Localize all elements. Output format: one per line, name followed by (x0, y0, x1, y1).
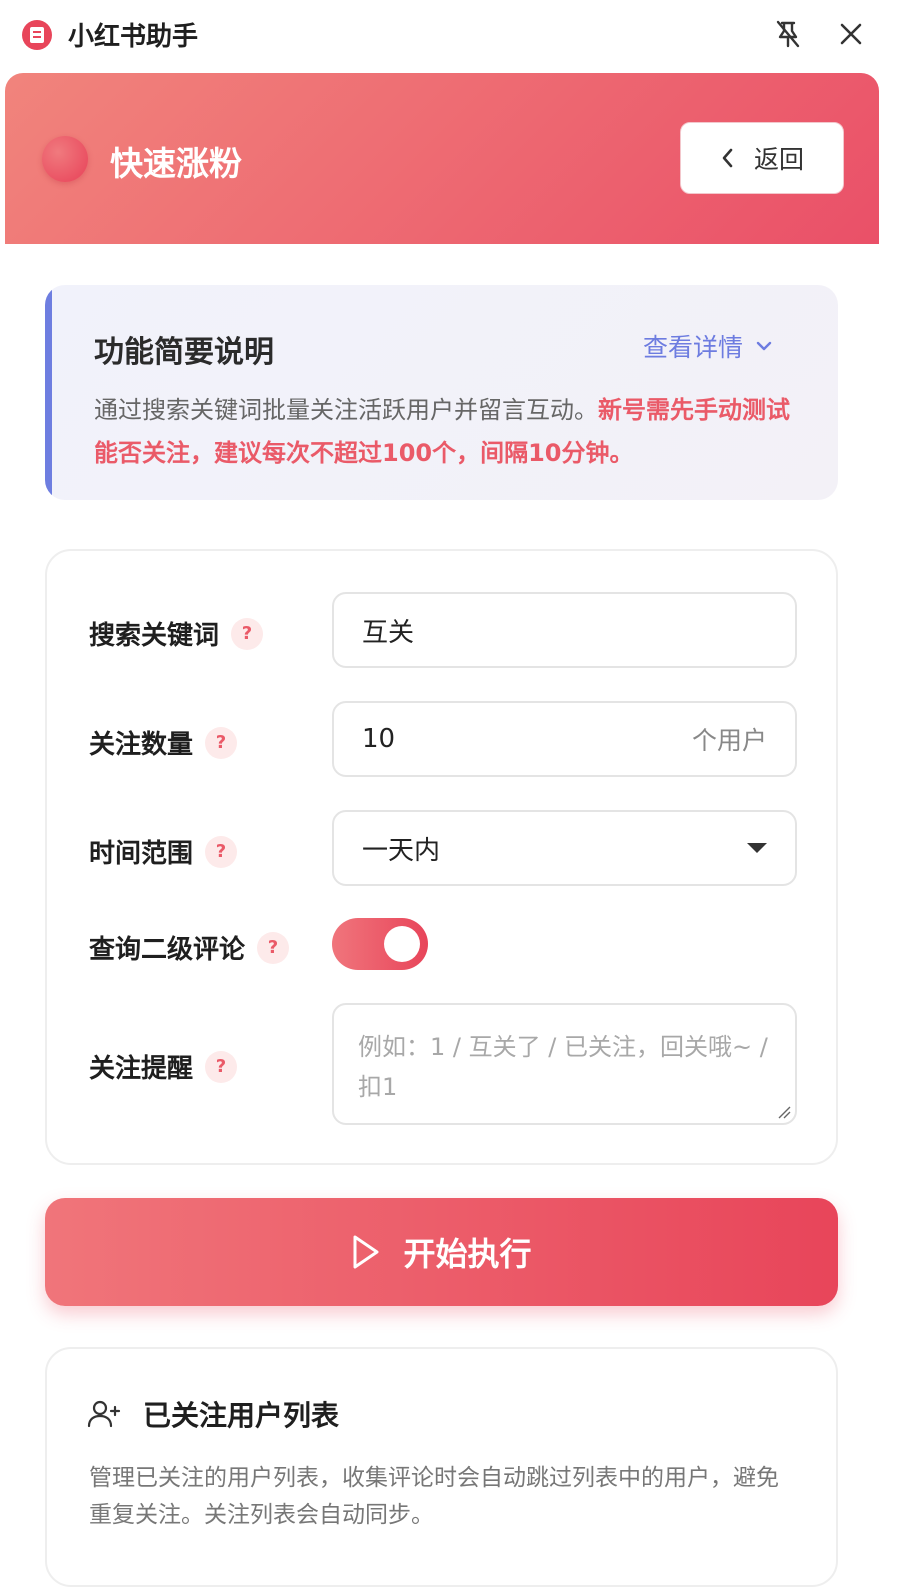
count-value: 10 (362, 724, 396, 754)
reminder-label: 关注提醒 (89, 1054, 194, 1084)
help-icon[interactable]: ? (205, 835, 238, 868)
reminder-label-row: 关注提醒 ? (89, 1048, 238, 1085)
intro-title: 功能简要说明 (94, 335, 274, 370)
dropdown-caret-icon (747, 843, 767, 853)
followed-users-title: 已关注用户列表 (143, 1399, 340, 1432)
settings-form-card: 搜索关键词 ? 互关 关注数量 ? 10 个用户 时间范围 ? 一天内 查询二级… (45, 549, 838, 1165)
close-button[interactable] (833, 16, 869, 52)
resize-handle-icon[interactable] (777, 1105, 791, 1119)
time-range-label: 时间范围 (89, 839, 194, 869)
app-title: 小红书助手 (68, 22, 199, 52)
close-icon (840, 23, 862, 45)
time-range-label-row: 时间范围 ? (89, 833, 238, 870)
page-header: 快速涨粉 返回 (5, 73, 879, 244)
keyword-label-row: 搜索关键词 ? (89, 615, 264, 652)
followed-users-header: 已关注用户列表 (87, 1394, 339, 1434)
play-icon (353, 1235, 379, 1269)
header-dot-icon (42, 136, 88, 182)
view-details-label: 查看详情 (643, 333, 744, 362)
toggle-knob (384, 926, 420, 962)
view-details-link[interactable]: 查看详情 (643, 328, 773, 364)
unpin-button[interactable] (770, 16, 806, 52)
sub-comments-label-row: 查询二级评论 ? (89, 929, 290, 966)
reminder-textarea[interactable]: 例如：1 / 互关了 / 已关注，回关哦~ / 扣1 (332, 1003, 797, 1125)
reminder-placeholder: 例如：1 / 互关了 / 已关注，回关哦~ / 扣1 (358, 1033, 768, 1101)
intro-desc-normal: 通过搜索关键词批量关注活跃用户并留言互动。 (94, 396, 598, 424)
chevron-down-icon (756, 341, 772, 351)
help-icon[interactable]: ? (257, 931, 290, 964)
back-button[interactable]: 返回 (680, 122, 844, 194)
back-button-label: 返回 (753, 145, 804, 174)
time-range-select[interactable]: 一天内 (332, 810, 797, 886)
help-icon[interactable]: ? (205, 1050, 238, 1083)
start-execution-button[interactable]: 开始执行 (45, 1198, 838, 1306)
count-input[interactable]: 10 个用户 (332, 701, 797, 777)
time-range-value: 一天内 (362, 835, 441, 866)
intro-description: 通过搜索关键词批量关注活跃用户并留言互动。新号需先手动测试能否关注，建议每次不超… (94, 389, 806, 475)
chevron-left-icon (722, 148, 733, 168)
help-icon[interactable]: ? (231, 617, 264, 650)
app-logo-icon (22, 20, 52, 50)
user-add-icon (87, 1400, 121, 1428)
followed-users-description: 管理已关注的用户列表，收集评论时会自动跳过列表中的用户，避免重复关注。关注列表会… (89, 1465, 779, 1528)
unpin-icon (776, 20, 800, 48)
title-bar: 小红书助手 (0, 0, 897, 70)
start-button-label: 开始执行 (403, 1235, 532, 1273)
followed-users-card: 已关注用户列表 管理已关注的用户列表，收集评论时会自动跳过列表中的用户，避免重复… (45, 1347, 838, 1587)
sub-comments-toggle[interactable] (332, 918, 428, 970)
count-label: 关注数量 (89, 730, 194, 760)
keyword-label: 搜索关键词 (89, 621, 220, 651)
page-title: 快速涨粉 (110, 144, 242, 183)
feature-intro-card: 功能简要说明 查看详情 通过搜索关键词批量关注活跃用户并留言互动。新号需先手动测… (45, 285, 838, 500)
count-suffix: 个用户 (691, 726, 767, 755)
sub-comments-label: 查询二级评论 (89, 935, 246, 965)
keyword-value: 互关 (362, 617, 415, 648)
help-icon[interactable]: ? (205, 726, 238, 759)
keyword-input[interactable]: 互关 (332, 592, 797, 668)
count-label-row: 关注数量 ? (89, 724, 238, 761)
